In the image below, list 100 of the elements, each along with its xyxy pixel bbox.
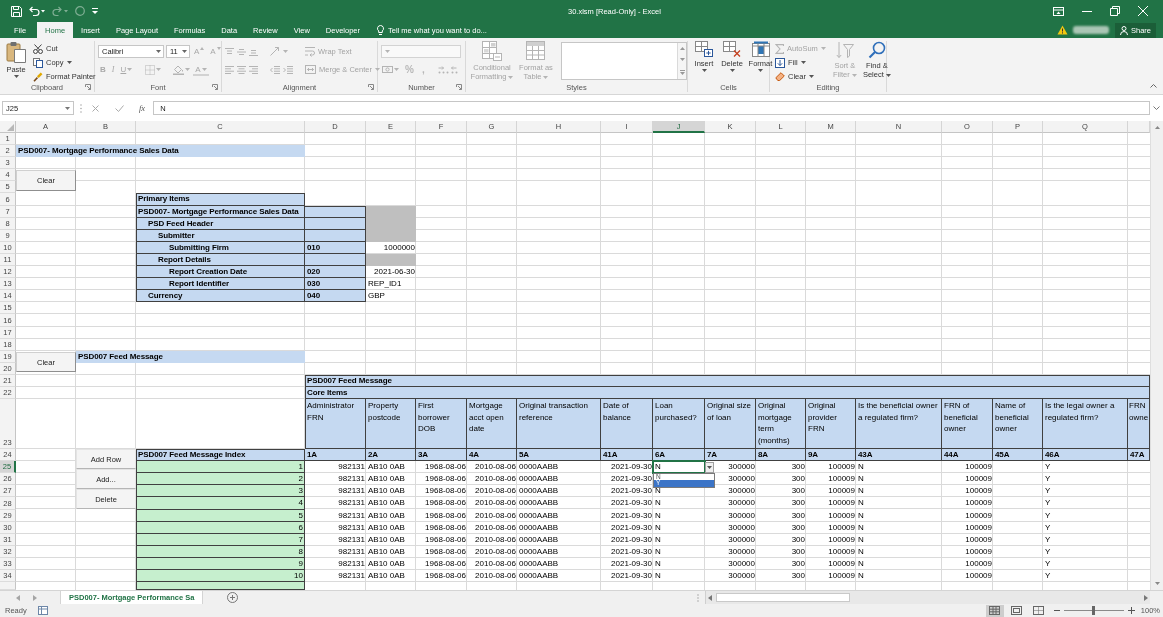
table-cell: N — [858, 545, 864, 557]
select-all-button[interactable] — [0, 121, 16, 133]
save-icon[interactable] — [11, 5, 22, 17]
table-cell: Y — [1045, 497, 1051, 509]
ribbon-display-icon[interactable] — [1053, 6, 1064, 16]
column-header-cell: Original provider FRN — [806, 399, 856, 450]
item-label-cell: Report Creation Date — [136, 266, 305, 279]
collapse-ribbon-icon[interactable] — [1150, 84, 1157, 88]
item-label-cell: Currency — [136, 290, 305, 303]
dialog-launcher-icon[interactable] — [456, 84, 462, 90]
table-cell: 1968-08-06 — [425, 545, 466, 557]
previous-sheet-icon[interactable] — [16, 594, 20, 601]
table-cell: AB10 0AB — [368, 521, 405, 533]
table-cell: AB10 0AB — [368, 509, 405, 521]
row-header[interactable] — [0, 582, 16, 590]
table-cell: AB10 0AB — [368, 497, 405, 509]
gallery-scrollbar[interactable] — [677, 43, 686, 79]
table-cell: Y — [1045, 557, 1051, 569]
circle-icon[interactable] — [75, 6, 85, 16]
table-cell: N — [655, 545, 661, 557]
table-cell: 300000 — [728, 557, 755, 569]
table-cell: 300 — [791, 533, 805, 545]
table-cell: 100009 — [965, 497, 992, 509]
caret-icon — [543, 75, 549, 79]
table-cell: Y — [1045, 570, 1051, 581]
column-header-cell: Name of beneficial owner — [993, 399, 1043, 450]
table-cell: 2021-09-30 — [611, 545, 652, 557]
caret-up-icon — [200, 47, 205, 50]
splitter-handle-icon[interactable] — [697, 593, 699, 602]
table-cell: Y — [1045, 509, 1051, 521]
column-header-cell: Date of balance — [601, 399, 653, 450]
table-cell: AB10 0AB — [368, 545, 405, 557]
lightbulb-icon — [377, 25, 384, 35]
table-cell: 1968-08-06 — [425, 521, 466, 533]
shaded-cell — [366, 253, 416, 267]
table-cell: N — [858, 485, 864, 497]
table-cell: N — [858, 557, 864, 569]
minimize-icon[interactable] — [1082, 10, 1092, 12]
table-cell: 100009 — [965, 545, 992, 557]
code-cell: 040 — [305, 290, 366, 303]
dropdown-button[interactable] — [705, 462, 714, 474]
table-cell: 300000 — [728, 545, 755, 557]
table-cell: 300000 — [728, 497, 755, 509]
table-cell: 300 — [791, 497, 805, 509]
scroll-down-icon[interactable] — [1154, 582, 1160, 585]
caret-icon — [66, 61, 72, 64]
table-style-icon — [526, 41, 546, 61]
new-sheet-icon[interactable] — [227, 592, 239, 603]
table-cell: 2010-08-06 — [475, 509, 516, 521]
page-break-icon — [1033, 606, 1045, 615]
restore-icon[interactable] — [1110, 6, 1120, 16]
triangle-icon — [7, 124, 14, 131]
scroll-down-icon[interactable] — [679, 58, 685, 62]
table-cell: 982131 — [338, 557, 365, 569]
column-header[interactable] — [1128, 121, 1150, 133]
scroll-up-icon[interactable] — [1154, 126, 1160, 129]
caret-icon — [800, 61, 806, 64]
code-cell: 7A — [705, 449, 756, 462]
vertical-scrollbar[interactable] — [1150, 121, 1163, 590]
scroll-right-icon[interactable] — [1144, 594, 1148, 601]
next-sheet-icon[interactable] — [33, 594, 37, 601]
customize-icon[interactable] — [92, 8, 98, 14]
table-cell: 2010-08-06 — [475, 461, 516, 473]
insert-cells-icon — [695, 41, 713, 57]
caret-icon — [156, 50, 161, 53]
fill-down-icon — [775, 57, 785, 68]
table-cell: 300 — [791, 557, 805, 569]
horizontal-scrollbar[interactable] — [705, 591, 1150, 604]
enter-icon[interactable] — [115, 104, 124, 112]
title-band: PSD007- Mortgage Performance Sales Data — [16, 145, 305, 158]
cancel-icon[interactable] — [92, 104, 99, 112]
expand-icon[interactable] — [1153, 106, 1160, 110]
insert-function-button[interactable]: fx — [139, 103, 146, 113]
redo-icon[interactable] — [52, 5, 68, 17]
table-cell: 300000 — [728, 521, 755, 533]
table-cell: 982131 — [338, 509, 365, 521]
slider-thumb[interactable] — [1092, 606, 1096, 615]
warning-icon[interactable] — [1057, 25, 1068, 35]
dialog-launcher-icon[interactable] — [85, 84, 91, 90]
blank-cell — [305, 205, 366, 218]
item-label-cell: Report Identifier — [136, 278, 305, 291]
more-icon[interactable] — [679, 69, 685, 75]
scroll-left-icon[interactable] — [708, 594, 712, 601]
dialog-launcher-icon[interactable] — [212, 84, 218, 90]
macro-recording-icon[interactable] — [37, 606, 48, 615]
close-icon[interactable] — [1138, 6, 1148, 16]
dialog-launcher-icon[interactable] — [368, 84, 374, 90]
table-cell: 300 — [791, 485, 805, 497]
zoom-in-icon[interactable] — [1127, 607, 1135, 614]
scroll-up-icon[interactable] — [679, 47, 685, 51]
table-cell: 100009 — [828, 557, 855, 569]
styles-gallery[interactable] — [561, 42, 687, 80]
table-cell: 100009 — [828, 497, 855, 509]
caret-icon — [156, 68, 162, 71]
table-cell: 300 — [791, 461, 805, 473]
scroll-thumb[interactable] — [716, 593, 850, 602]
table-cell: 982131 — [338, 545, 365, 557]
undo-icon[interactable] — [29, 5, 45, 17]
normal-view-button[interactable] — [985, 604, 1004, 617]
table-cell: AB10 0AB — [368, 570, 405, 581]
